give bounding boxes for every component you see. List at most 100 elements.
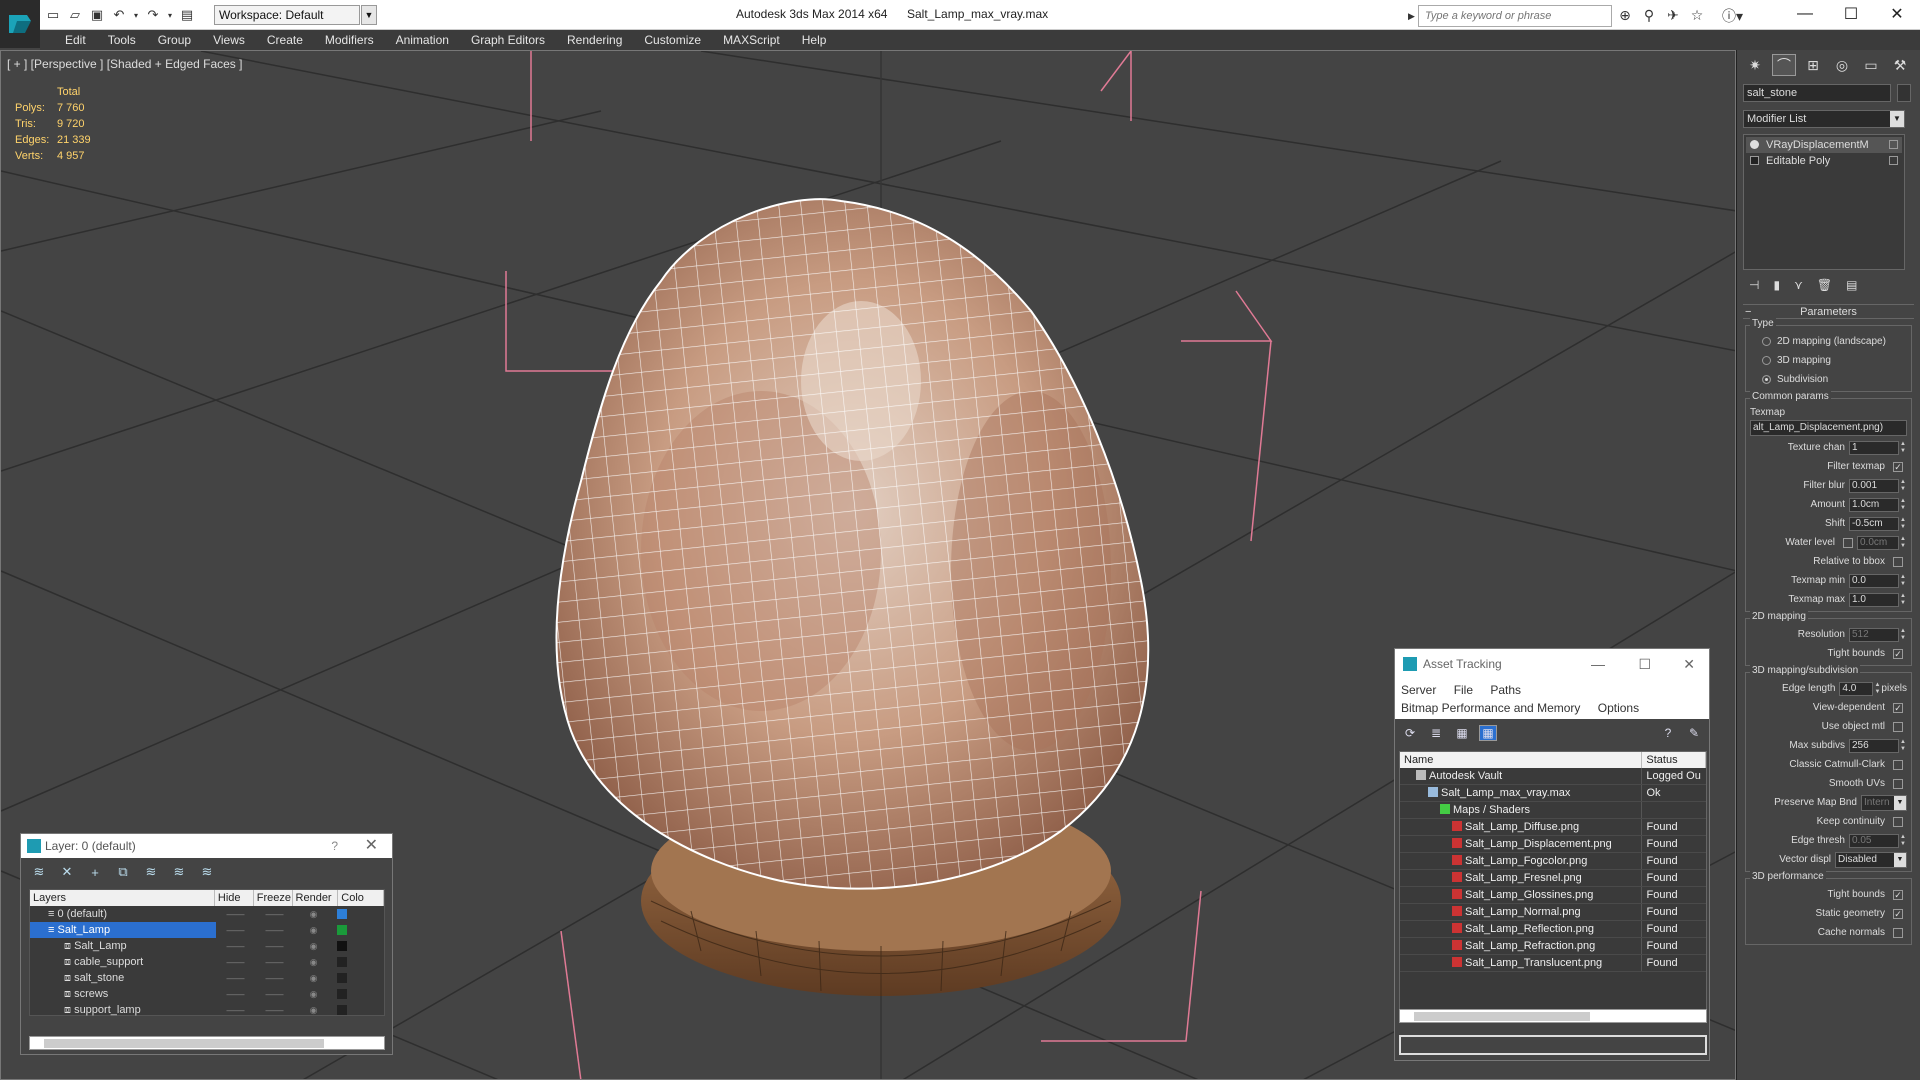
asset-path-field[interactable] [1399,1035,1707,1055]
close-icon[interactable]: ✕ [365,834,378,858]
make-unique-icon[interactable]: ⋎ [1794,278,1803,294]
spinner[interactable]: ▲ ▼ [1899,593,1907,607]
spinner[interactable]: ▲ ▼ [1899,574,1907,588]
asset-scrollbar[interactable] [1399,1009,1707,1023]
perf-tight-bounds-checkbox[interactable]: ✓ [1893,889,1903,900]
render-toggle[interactable]: ◉ [294,986,333,1002]
asset-dialog-header[interactable]: Asset Tracking — ☐ ✕ [1395,649,1709,679]
layer-color-swatch[interactable] [337,941,347,951]
layer-color-swatch[interactable] [337,989,347,999]
stack-item[interactable]: VRayDisplacementM [1746,137,1902,153]
render-toggle[interactable]: ◉ [294,938,333,954]
expand-icon[interactable] [1750,156,1759,165]
rollout-header[interactable]: − Parameters [1743,305,1914,319]
col-hide[interactable]: Hide [215,890,254,906]
menu-server[interactable]: Server [1401,683,1436,697]
classic-cc-checkbox[interactable] [1893,759,1903,770]
spinner[interactable]: ▲ ▼ [1899,739,1907,753]
spinner[interactable]: ▲ ▼ [1873,682,1881,696]
hierarchy-tab-icon[interactable]: ⊞ [1801,54,1825,76]
highlight-layer-icon[interactable]: ≋ [141,863,161,881]
freeze-toggle[interactable]: —— [255,922,294,938]
menu-tools[interactable]: Tools [97,30,147,50]
open-file-icon[interactable]: ▱ [66,6,84,24]
spinner[interactable]: ▲ ▼ [1899,441,1907,455]
spinner[interactable]: ▲ ▼ [1899,479,1907,493]
help-button[interactable]: ⓘ▾ [1722,6,1752,24]
keep-continuity-checkbox[interactable] [1893,816,1903,827]
freeze-toggle[interactable]: —— [255,938,294,954]
subscription-icon[interactable]: ⚲ [1640,6,1658,24]
render-toggle[interactable]: ◉ [294,922,333,938]
stack-item[interactable]: Editable Poly [1746,153,1902,169]
render-toggle[interactable]: ◉ [294,1002,333,1018]
redo-icon[interactable]: ↷ [144,6,162,24]
configure-sets-icon[interactable]: ▤ [1846,278,1857,294]
freeze-toggle[interactable]: —— [255,906,294,922]
texmap-min-input[interactable]: 0.0 [1849,573,1899,588]
layer-name[interactable]: ⧈ cable_support [30,954,216,970]
menu-graph-editors[interactable]: Graph Editors [460,30,556,50]
delete-layer-icon[interactable]: ✕ [57,863,77,881]
asset-row[interactable]: Salt_Lamp_Displacement.png Found [1400,836,1706,853]
asset-row[interactable]: Autodesk Vault Logged Ou [1400,768,1706,785]
object-color-swatch[interactable] [1897,84,1911,102]
minimize-icon[interactable]: — [1591,649,1605,679]
layer-color-swatch[interactable] [337,973,347,983]
asset-row[interactable]: Salt_Lamp_Fogcolor.png Found [1400,853,1706,870]
spinner[interactable]: ▲ ▼ [1899,536,1907,550]
preserve-map-select[interactable]: Intern ▼ [1861,794,1907,811]
col-render[interactable]: Render [293,890,339,906]
layer-name[interactable]: ⧈ Salt_Lamp [30,938,216,954]
redo-dropdown-icon[interactable]: ▾ [166,6,174,24]
new-file-icon[interactable]: ▭ [44,6,62,24]
help-icon[interactable]: ? [1659,725,1677,741]
layer-name[interactable]: ≡ 0 (default) [30,906,216,922]
asset-row[interactable]: Salt_Lamp_Glossines.png Found [1400,887,1706,904]
asset-row[interactable]: Salt_Lamp_Diffuse.png Found [1400,819,1706,836]
layer-color-swatch[interactable] [337,1005,347,1015]
search-expand-icon[interactable]: ▶ [1408,6,1418,26]
filter-texmap-checkbox[interactable]: ✓ [1893,461,1903,472]
layer-row[interactable]: ≡ Salt_Lamp —— —— ◉ [30,922,384,938]
scrollbar-thumb[interactable] [44,1039,324,1048]
layer-dialog-header[interactable]: Layer: 0 (default) ? ✕ [21,834,392,858]
menu-animation[interactable]: Animation [385,30,460,50]
layer-row[interactable]: ⧈ support_lamp —— —— ◉ [30,1002,384,1018]
amount-input[interactable]: 1.0cm [1849,497,1899,512]
table-view-icon[interactable]: ▦ [1479,725,1497,741]
layer-name[interactable]: ⧈ salt_stone [30,970,216,986]
search-input[interactable] [1419,6,1611,26]
spinner[interactable]: ▲ ▼ [1899,498,1907,512]
menu-bitmap-performance[interactable]: Bitmap Performance and Memory [1401,701,1580,715]
help-icon[interactable]: ? [331,834,338,858]
layer-row[interactable]: ⧈ screws —— —— ◉ [30,986,384,1002]
app-menu-button[interactable] [0,0,40,48]
list-view-icon[interactable]: ≣ [1427,725,1445,741]
close-button[interactable]: ✕ [1874,0,1920,28]
texture-chan-input[interactable]: 1 [1849,440,1899,455]
view-dependent-checkbox[interactable]: ✓ [1893,702,1903,713]
hide-all-icon[interactable]: ≋ [169,863,189,881]
col-status[interactable]: Status [1642,752,1706,768]
radio-3d-mapping[interactable]: 3D mapping [1750,351,1907,370]
menu-maxscript[interactable]: MAXScript [712,30,791,50]
spinner[interactable]: ▲ ▼ [1899,517,1907,531]
layer-row[interactable]: ⧈ Salt_Lamp —— —— ◉ [30,938,384,954]
layer-row[interactable]: ⧈ cable_support —— —— ◉ [30,954,384,970]
chevron-down-icon[interactable]: ▼ [361,5,377,25]
scrollbar-thumb[interactable] [1414,1012,1590,1021]
vector-displ-select[interactable]: Disabled ▼ [1835,851,1907,868]
render-toggle[interactable]: ◉ [294,970,333,986]
hide-toggle[interactable]: —— [216,954,255,970]
remove-modifier-icon[interactable]: 🗑 [1817,278,1832,294]
motion-tab-icon[interactable]: ◎ [1830,54,1854,76]
radio-button[interactable] [1762,375,1771,384]
thumbnail-view-icon[interactable]: ▦ [1453,725,1471,741]
menu-help[interactable]: Help [791,30,838,50]
edge-thresh-input[interactable]: 0.05 [1849,833,1899,848]
highlight-icon[interactable]: ✎ [1685,725,1703,741]
hide-toggle[interactable]: —— [216,938,255,954]
menu-group[interactable]: Group [147,30,202,50]
freeze-toggle[interactable]: —— [255,970,294,986]
